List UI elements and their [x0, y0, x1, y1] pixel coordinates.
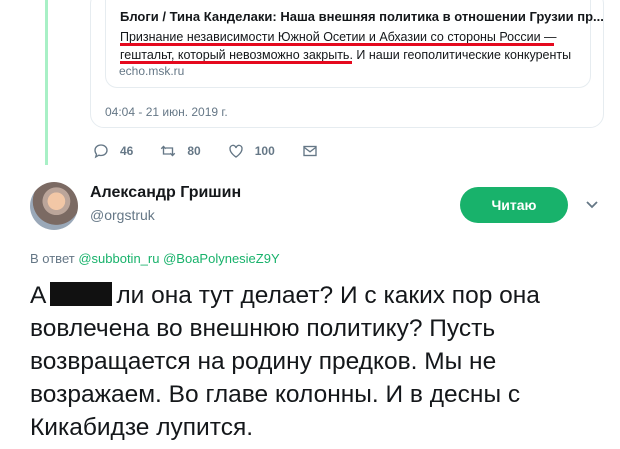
chevron-down-icon[interactable]: [585, 198, 599, 212]
like-button[interactable]: 100: [227, 142, 275, 160]
card-description: Признание независимости Южной Осетии и А…: [120, 28, 580, 64]
message-icon: [303, 145, 317, 157]
reply-user-link-2[interactable]: @BoaPolynesieZ9Y: [163, 251, 280, 266]
reply-count: 46: [120, 144, 134, 158]
follow-button[interactable]: Читаю: [460, 187, 568, 223]
tweet-actions: 46 80 100: [92, 142, 355, 160]
reply-button[interactable]: 46: [92, 142, 133, 160]
direct-message-button[interactable]: [301, 142, 329, 160]
tweet-text-start: А: [30, 282, 47, 309]
like-count: 100: [254, 144, 275, 158]
redaction-box: [50, 282, 113, 306]
reply-icon: [94, 144, 108, 159]
reply-context: В ответ @subbotin_ru @BoaPolynesieZ9Y: [30, 251, 280, 266]
card-desc-part3: . И наши геополитические конкуренты: [349, 48, 572, 62]
card-desc-part1: Признание независимости Южной Осетии и А…: [120, 30, 557, 44]
thread-connector-line: [45, 0, 48, 165]
card-domain: echo.msk.ru: [119, 64, 185, 78]
retweet-count: 80: [187, 144, 201, 158]
card-title: Блоги / Тина Канделаки: Наша внешняя пол…: [120, 9, 604, 24]
retweet-icon: [161, 145, 176, 157]
retweet-button[interactable]: 80: [159, 142, 201, 160]
like-icon: [229, 144, 243, 158]
reply-prefix: В ответ: [30, 251, 75, 266]
card-desc-part2: гештальт, который невозможно закрыть: [120, 48, 350, 62]
author-name[interactable]: Александр Гришин: [90, 184, 241, 202]
tweet-timestamp[interactable]: 04:04 - 21 июн. 2019 г.: [105, 105, 228, 119]
red-underline-1: [120, 43, 554, 46]
reply-user-link-1[interactable]: @subbotin_ru: [78, 251, 159, 266]
tweet-text: Али она тут делает? И с каких пор она во…: [30, 279, 610, 444]
avatar[interactable]: [30, 182, 78, 230]
author-handle[interactable]: @orgstruk: [90, 207, 155, 223]
